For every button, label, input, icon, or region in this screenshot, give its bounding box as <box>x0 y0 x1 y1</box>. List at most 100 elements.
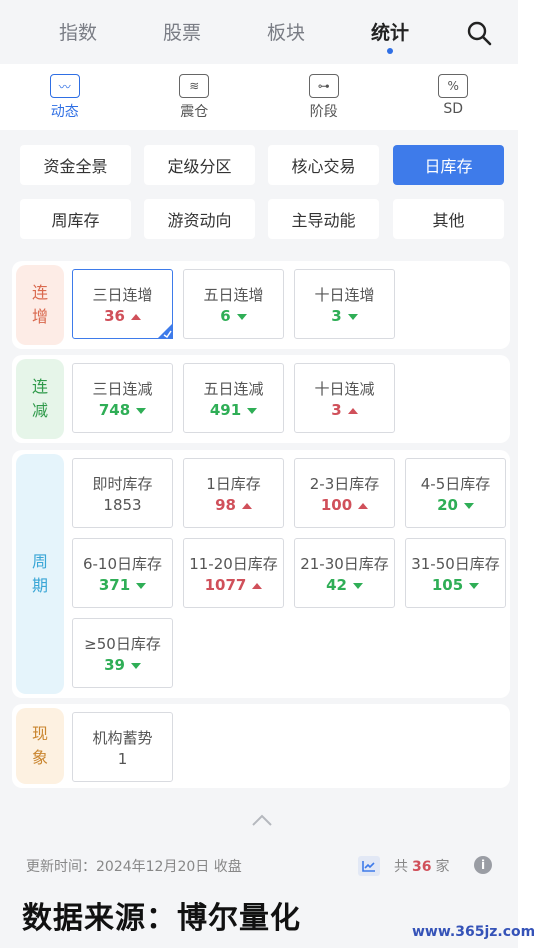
stat-card-value-row: 748 <box>73 401 172 419</box>
section-tag-char: 期 <box>31 576 48 595</box>
stat-card[interactable]: 即时库存 1853 <box>72 458 173 528</box>
section-tag-char: 增 <box>31 307 48 326</box>
section-tag: 现象 <box>16 708 64 784</box>
stat-card-name: 即时库存 <box>92 475 153 493</box>
tab-index[interactable]: 指数 <box>26 18 130 45</box>
stat-card[interactable]: 4-5日库存 20 <box>405 458 506 528</box>
stat-card-value-row: 100 <box>295 496 394 514</box>
stat-card-name: 2-3日库存 <box>309 475 380 493</box>
triangle-down-icon <box>347 313 358 320</box>
stat-card-value-row: 371 <box>73 576 172 594</box>
section-2: 周期 即时库存 1853 1日库存 98 2-3日库存 100 4-5日库存 20 6-10日库存… <box>12 450 510 698</box>
stat-card[interactable]: 十日连减 3 <box>294 363 395 433</box>
category-button[interactable]: 资金全景 <box>20 145 131 185</box>
wave-box-icon: ≋ <box>179 74 210 98</box>
stat-card[interactable]: 31-50日库存 105 <box>405 538 506 608</box>
triangle-up-icon <box>252 582 263 589</box>
tab-statistics[interactable]: 统计 <box>338 18 442 54</box>
info-icon[interactable]: i <box>474 856 492 874</box>
stat-card-value: 3 <box>331 307 342 325</box>
triangle-up-icon <box>358 502 369 509</box>
category-button[interactable]: 日库存 <box>393 145 504 185</box>
stat-card-name: 11-20日库存 <box>189 555 278 573</box>
stat-card-name: 三日连增 <box>92 286 153 304</box>
stat-card-value-row: 20 <box>406 496 505 514</box>
sub-tab-label: SD <box>443 101 464 117</box>
top-nav: 指数 股票 板块 统计 <box>0 0 518 62</box>
stat-card-name: 4-5日库存 <box>420 475 491 493</box>
stat-card[interactable]: 五日连减 491 <box>183 363 284 433</box>
triangle-down-icon <box>136 582 147 589</box>
stat-card-name: 五日连增 <box>203 286 264 304</box>
stat-card-name: 31-50日库存 <box>411 555 500 573</box>
category-button[interactable]: 周库存 <box>20 199 131 239</box>
stat-card-name: 十日连增 <box>314 286 375 304</box>
sub-tab-2[interactable]: ⊶ 阶段 <box>259 64 389 130</box>
stat-card[interactable]: 21-30日库存 42 <box>294 538 395 608</box>
stat-card[interactable]: 三日连减 748 <box>72 363 173 433</box>
sub-tab-label: 震仓 <box>180 104 209 120</box>
stat-card[interactable]: 11-20日库存 1077 <box>183 538 284 608</box>
stat-card-name: 21-30日库存 <box>300 555 389 573</box>
category-buttons: 资金全景 定级分区 核心交易 日库存周库存 游资动向 主导动能 其他 <box>0 131 518 253</box>
stat-card-value: 105 <box>431 576 464 594</box>
sub-nav: 〰动态 ≋ 震仓 ⊶ 阶段% SD <box>0 64 518 130</box>
stat-card-value-row: 39 <box>73 656 172 674</box>
stat-card[interactable]: 五日连增 6 <box>183 269 284 339</box>
stat-card-name: 6-10日库存 <box>82 555 163 573</box>
triangle-down-icon <box>469 582 480 589</box>
category-button[interactable]: 其他 <box>393 199 504 239</box>
stat-card-name: 十日连减 <box>314 380 375 398</box>
stat-card-value-row: 1853 <box>73 496 172 514</box>
category-button[interactable]: 游资动向 <box>144 199 255 239</box>
category-button[interactable]: 定级分区 <box>144 145 255 185</box>
count-prefix: 共 <box>394 859 408 875</box>
category-button[interactable]: 主导动能 <box>268 199 379 239</box>
stat-card-value-row: 6 <box>184 307 283 325</box>
section-3: 现象 机构蓄势 1 <box>12 704 510 788</box>
sub-tab-label: 动态 <box>50 104 79 120</box>
stat-card-value-row: 98 <box>184 496 283 514</box>
sub-tab-3[interactable]: % SD <box>389 64 519 130</box>
sub-tab-0[interactable]: 〰动态 <box>0 64 130 130</box>
triangle-down-icon <box>236 313 247 320</box>
search-icon[interactable] <box>466 20 492 46</box>
triangle-down-icon <box>352 582 363 589</box>
tab-sectors[interactable]: 板块 <box>234 18 338 45</box>
chart-icon[interactable] <box>358 856 380 876</box>
stat-card-value-row: 3 <box>295 401 394 419</box>
chevron-up-icon[interactable] <box>250 812 274 828</box>
tab-statistics-label: 统计 <box>370 21 409 44</box>
stat-card[interactable]: 十日连增 3 <box>294 269 395 339</box>
result-count: 共 36 家 <box>394 856 449 876</box>
stat-card-value: 6 <box>220 307 231 325</box>
section-tag: 连减 <box>16 359 64 439</box>
stat-card-name: 1日库存 <box>206 475 261 493</box>
stat-card-value-row: 491 <box>184 401 283 419</box>
triangle-up-icon <box>130 313 141 320</box>
stat-card-value: 1077 <box>204 576 247 594</box>
stat-card[interactable]: 机构蓄势 1 <box>72 712 173 782</box>
section-tag: 连增 <box>16 265 64 345</box>
stat-card[interactable]: 1日库存 98 <box>183 458 284 528</box>
stat-card[interactable]: ≥50日库存 39 <box>72 618 173 688</box>
section-tag-char: 减 <box>31 401 48 420</box>
stat-card-value-row: 3 <box>295 307 394 325</box>
stat-card[interactable]: 6-10日库存 371 <box>72 538 173 608</box>
stat-card-name: 五日连减 <box>203 380 264 398</box>
stat-card-value: 491 <box>209 401 242 419</box>
count-value: 36 <box>412 859 432 875</box>
node-line-icon: ⊶ <box>308 74 339 98</box>
sub-tab-1[interactable]: ≋ 震仓 <box>130 64 260 130</box>
category-button[interactable]: 核心交易 <box>268 145 379 185</box>
stat-card[interactable]: 2-3日库存 100 <box>294 458 395 528</box>
stat-card-value: 100 <box>320 496 353 514</box>
stat-card-value: 371 <box>98 576 131 594</box>
percent-icon: % <box>438 74 469 98</box>
tab-stocks[interactable]: 股票 <box>130 18 234 45</box>
stat-card[interactable]: 三日连增 36 <box>72 269 173 339</box>
sub-tab-label: 阶段 <box>309 104 338 120</box>
footer-bar: 更新时间：2024年12月20日 收盘 共 36 家 i <box>0 846 518 886</box>
stat-card-value-row: 1 <box>73 750 172 768</box>
stat-card-value: 1 <box>117 750 128 768</box>
